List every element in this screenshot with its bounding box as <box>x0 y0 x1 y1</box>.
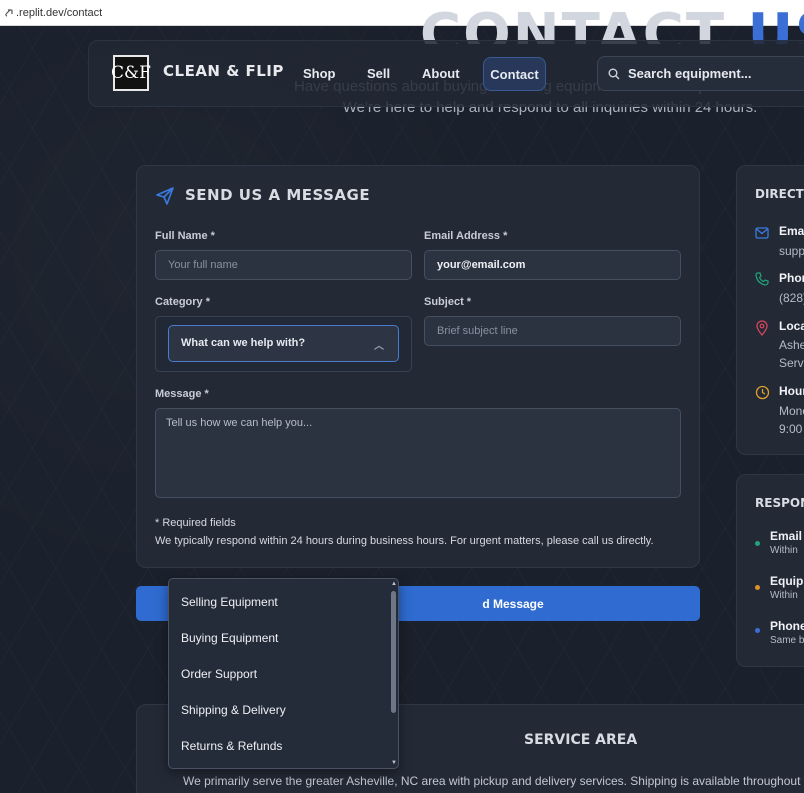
mail-icon <box>755 227 769 239</box>
search-icon <box>608 68 620 79</box>
message-field[interactable]: Tell us how we can help you... <box>155 408 681 498</box>
search-input[interactable]: Search equipment... <box>597 56 804 91</box>
brand-name[interactable]: CLEAN & FLIP <box>163 62 284 80</box>
clock-icon <box>755 385 770 400</box>
nav-shop[interactable]: Shop <box>303 66 336 81</box>
response-equipment-value: Within <box>770 590 798 601</box>
contact-hours-label: Hour <box>779 384 804 398</box>
response-note: We typically respond within 24 hours dur… <box>155 535 654 547</box>
scroll-up-icon[interactable]: ▲ <box>391 581 397 587</box>
contact-hours-value2: 9:00 <box>779 422 803 436</box>
direct-contact-title: DIRECT CO <box>755 187 804 201</box>
page-title: CONTACT US <box>420 2 804 44</box>
contact-email-value[interactable]: supp <box>779 244 804 258</box>
response-phone-value: Same b <box>770 635 804 646</box>
contact-location-label: Loca <box>779 319 804 333</box>
status-dot <box>755 585 760 590</box>
category-dropdown-list[interactable]: Selling Equipment Buying Equipment Order… <box>168 578 399 769</box>
form-title: SEND US A MESSAGE <box>185 186 371 204</box>
status-dot <box>755 541 760 546</box>
email-field[interactable]: your@email.com <box>424 250 681 280</box>
contact-location-value2: Servi <box>779 356 804 370</box>
response-email-value: Within <box>770 545 798 556</box>
nav-about[interactable]: About <box>422 66 460 81</box>
location-pin-icon <box>756 320 768 336</box>
url-text: .replit.dev/contact <box>16 6 103 19</box>
response-phone-label: Phone <box>770 619 804 633</box>
link-icon <box>5 8 13 17</box>
category-select[interactable]: What can we help with? ︿ <box>168 325 399 362</box>
status-dot <box>755 628 760 633</box>
nav-contact[interactable]: Contact <box>483 57 546 91</box>
service-area-text: We primarily serve the greater Asheville… <box>183 774 804 788</box>
dropdown-option[interactable]: Order Support <box>169 651 398 687</box>
subject-field[interactable]: Brief subject line <box>424 316 681 346</box>
contact-location-value: Ashe <box>779 338 804 352</box>
full-name-field[interactable]: Your full name <box>155 250 412 280</box>
response-title: RESPONSE <box>755 496 804 510</box>
dropdown-scrollbar[interactable] <box>391 591 396 713</box>
email-label: Email Address * <box>424 230 508 242</box>
dropdown-option[interactable]: Buying Equipment <box>169 615 398 651</box>
contact-phone-label: Phor <box>779 271 804 285</box>
contact-hours-value: Mono <box>779 404 804 418</box>
subject-label: Subject * <box>424 296 472 308</box>
message-label: Message * <box>155 388 209 400</box>
send-icon <box>156 187 174 205</box>
logo[interactable]: C&F <box>111 55 151 91</box>
response-equipment-label: Equipr <box>770 574 804 588</box>
nav-sell[interactable]: Sell <box>367 66 390 81</box>
dropdown-option[interactable]: Returns & Refunds <box>169 723 398 759</box>
scroll-down-icon[interactable]: ▼ <box>391 760 397 766</box>
full-name-label: Full Name * <box>155 230 215 242</box>
required-note: * Required fields <box>155 517 236 529</box>
category-label: Category * <box>155 296 211 308</box>
dropdown-option[interactable]: Selling Equipment <box>169 579 398 615</box>
dropdown-option[interactable]: Shipping & Delivery <box>169 687 398 723</box>
service-area-title: SERVICE AREA <box>524 732 638 748</box>
chevron-up-icon: ︿ <box>374 341 384 352</box>
contact-email-label: Emai <box>779 224 804 238</box>
contact-phone-value[interactable]: (828) <box>779 291 804 305</box>
phone-icon <box>755 272 769 286</box>
response-email-label: Email <box>770 529 803 543</box>
